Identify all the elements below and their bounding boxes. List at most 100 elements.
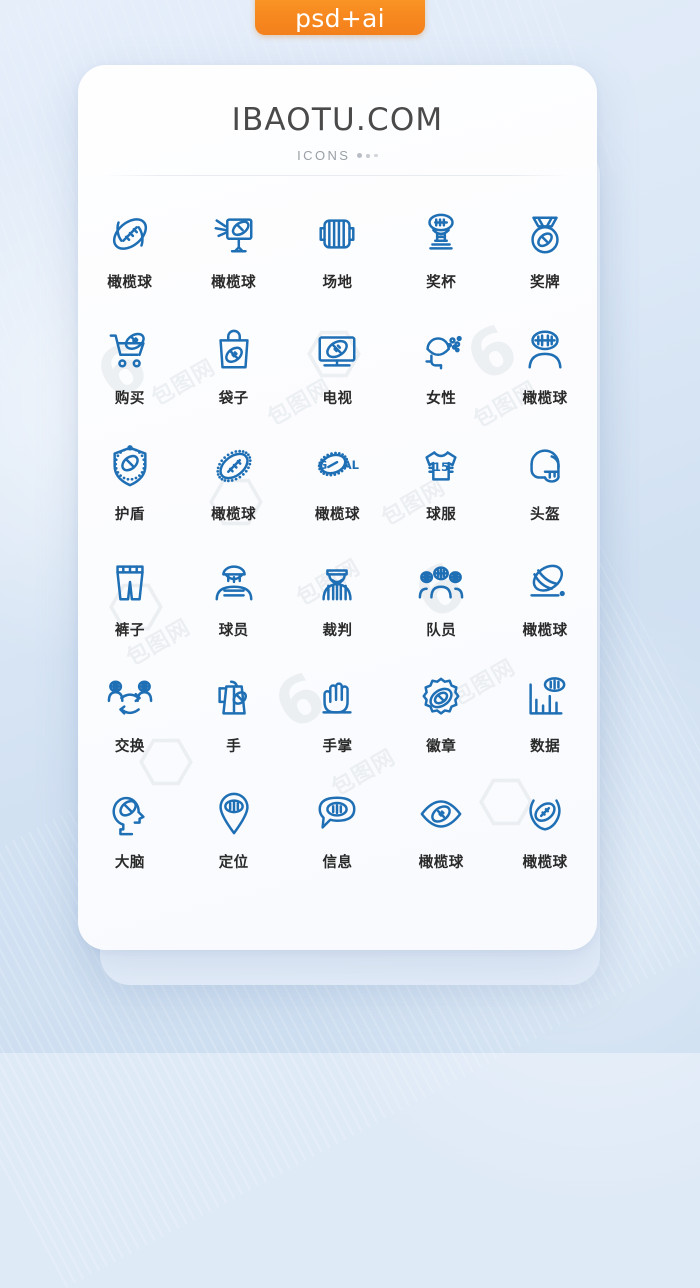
pants-icon[interactable] [101,553,159,611]
icon-label: 裤子 [114,623,145,639]
icon-set-card: 6 包图网 ⬡ 包图网 6 包图网 ⬡ 包图网 ⬡ 包图网 6 包图网 6 包图… [78,65,597,950]
player-icon[interactable] [205,553,263,611]
page-subtitle: ICONS [297,148,351,163]
icon-label: 定位 [218,855,249,871]
shopping-bag-football-icon[interactable] [205,321,263,379]
icon-cell[interactable]: 信息 [286,785,390,901]
icon-cell[interactable]: 橄榄球 [493,785,597,901]
icon-cell[interactable]: 交换 [78,669,182,785]
subtitle-row: ICONS [78,149,597,162]
icon-label: 裁判 [322,623,353,639]
icon-label: 手 [226,739,242,755]
icon-label: 信息 [322,855,353,871]
palm-icon[interactable] [308,669,366,727]
page-title: IBAOTU.COM [231,102,444,138]
icon-cell[interactable]: 奖牌 [493,205,597,321]
icon-cell[interactable]: 15 球服 [389,437,493,553]
icon-label: 大脑 [114,855,145,871]
icon-cell[interactable]: 场地 [286,205,390,321]
icon-label: 球员 [218,623,249,639]
icon-cell[interactable]: 橄榄球 [182,437,286,553]
icon-label: 队员 [426,623,457,639]
laurel-football-icon[interactable] [516,785,574,843]
icon-label: 电视 [322,391,353,407]
goal-football-icon[interactable]: AL G [308,437,366,495]
icon-cell[interactable]: 头盔 [493,437,597,553]
icon-label: 护盾 [114,507,145,523]
icon-cell[interactable]: 女性 [389,321,493,437]
brain-head-football-icon[interactable] [101,785,159,843]
icon-grid: 橄榄球 橄榄球 场地 奖杯 奖牌 购买 袋子 电视 女性 橄榄球 护盾 橄榄球 AL G 橄榄球 15 球服 头盔… [78,205,597,901]
icon-cell[interactable]: 橄榄球 [78,205,182,321]
football-throw-board-icon[interactable] [205,205,263,263]
psd-ai-badge: psd+ai [255,0,425,35]
hand-catch-football-icon[interactable] [516,553,574,611]
icon-label: 橄榄球 [314,507,360,523]
icon-label: 橄榄球 [211,275,257,291]
icon-label: 球服 [426,507,457,523]
icon-label: 橄榄球 [522,855,568,871]
psd-ai-badge-label: psd+ai [295,4,385,33]
shield-football-icon[interactable] [101,437,159,495]
icon-cell[interactable]: 队员 [389,553,493,669]
data-chart-football-icon[interactable] [516,669,574,727]
icon-cell[interactable]: 大脑 [78,785,182,901]
team-members-icon[interactable] [412,553,470,611]
icon-cell[interactable]: 数据 [493,669,597,785]
badge-football-icon[interactable] [412,669,470,727]
icon-cell[interactable]: 袋子 [182,321,286,437]
hand-holding-football-icon[interactable] [205,669,263,727]
icon-label: 橄榄球 [107,275,153,291]
icon-label: 奖牌 [530,275,561,291]
icon-cell[interactable]: 橄榄球 [182,205,286,321]
female-fan-icon[interactable] [412,321,470,379]
icon-cell[interactable]: 手 [182,669,286,785]
icon-cell[interactable]: 橄榄球 [389,785,493,901]
icon-cell[interactable]: 球员 [182,553,286,669]
icon-cell[interactable]: 购买 [78,321,182,437]
helmet-icon[interactable] [516,437,574,495]
icon-cell[interactable]: 徽章 [389,669,493,785]
icon-cell[interactable]: 裁判 [286,553,390,669]
svg-text:AL: AL [343,458,360,472]
dots-icon [357,153,378,158]
icon-cell[interactable]: 护盾 [78,437,182,553]
icon-cell[interactable]: 橄榄球 [493,553,597,669]
icon-label: 交换 [114,739,145,755]
icon-label: 手掌 [322,739,353,755]
card-header: IBAOTU.COM ICONS [78,65,597,175]
icon-cell[interactable]: 裤子 [78,553,182,669]
icon-label: 数据 [530,739,561,755]
icon-cell[interactable]: 橄榄球 [493,321,597,437]
message-bubble-football-icon[interactable] [308,785,366,843]
icon-label: 徽章 [426,739,457,755]
medal-icon[interactable] [516,205,574,263]
header-divider [106,175,569,176]
location-pin-football-icon[interactable] [205,785,263,843]
jersey-15-icon[interactable]: 15 [412,437,470,495]
icon-cell[interactable]: AL G 橄榄球 [286,437,390,553]
shopping-cart-football-icon[interactable] [101,321,159,379]
jersey-number: 15 [433,460,449,474]
icon-label: 奖杯 [426,275,457,291]
icon-cell[interactable]: 奖杯 [389,205,493,321]
icon-label: 橄榄球 [522,623,568,639]
football-icon[interactable] [101,205,159,263]
icon-cell[interactable]: 电视 [286,321,390,437]
icon-cell[interactable]: 定位 [182,785,286,901]
icon-cell[interactable]: 手掌 [286,669,390,785]
icon-label: 购买 [114,391,145,407]
eye-football-icon[interactable] [412,785,470,843]
icon-label: 袋子 [218,391,249,407]
referee-icon[interactable] [308,553,366,611]
football-dotted-icon[interactable] [205,437,263,495]
icon-label: 橄榄球 [418,855,464,871]
icon-label: 女性 [426,391,457,407]
trophy-icon[interactable] [412,205,470,263]
icon-label: 橄榄球 [522,391,568,407]
icon-label: 橄榄球 [211,507,257,523]
exchange-players-icon[interactable] [101,669,159,727]
television-football-icon[interactable] [308,321,366,379]
player-head-football-icon[interactable] [516,321,574,379]
field-icon[interactable] [308,205,366,263]
